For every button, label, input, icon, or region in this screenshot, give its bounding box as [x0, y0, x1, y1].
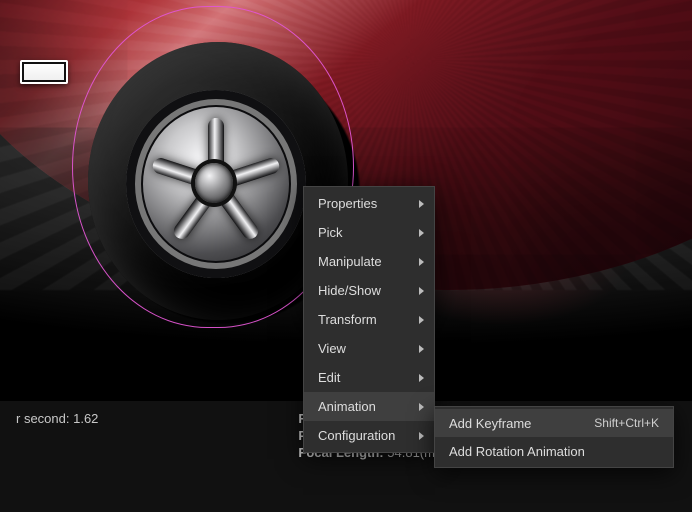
side-marker-light: [20, 60, 68, 84]
chevron-right-icon: [419, 229, 424, 237]
menu-item-label: Configuration: [318, 428, 395, 443]
menu-item-transform[interactable]: Transform: [304, 305, 434, 334]
submenu-item-label: Add Keyframe: [449, 416, 531, 431]
chevron-right-icon: [419, 258, 424, 266]
submenu-item-shortcut: Shift+Ctrl+K: [594, 416, 659, 430]
submenu-item-add-rotation-animation[interactable]: Add Rotation Animation: [435, 437, 673, 465]
fps-readout: r second: 1.62: [16, 411, 98, 426]
context-menu[interactable]: Properties Pick Manipulate Hide/Show Transfo…: [303, 186, 435, 453]
menu-item-label: Edit: [318, 370, 340, 385]
menu-item-edit[interactable]: Edit: [304, 363, 434, 392]
menu-item-label: Properties: [318, 196, 377, 211]
chevron-right-icon: [419, 316, 424, 324]
menu-item-properties[interactable]: Properties: [304, 189, 434, 218]
menu-item-pick[interactable]: Pick: [304, 218, 434, 247]
chevron-right-icon: [419, 200, 424, 208]
submenu-item-label: Add Rotation Animation: [449, 444, 585, 459]
menu-item-label: View: [318, 341, 346, 356]
menu-item-label: Hide/Show: [318, 283, 381, 298]
menu-item-label: Manipulate: [318, 254, 382, 269]
chevron-right-icon: [419, 432, 424, 440]
chevron-right-icon: [419, 287, 424, 295]
status-left: r second: 1.62: [16, 411, 98, 512]
menu-item-manipulate[interactable]: Manipulate: [304, 247, 434, 276]
menu-item-hide-show[interactable]: Hide/Show: [304, 276, 434, 305]
submenu-item-add-keyframe[interactable]: Add Keyframe Shift+Ctrl+K: [435, 409, 673, 437]
chevron-right-icon: [419, 403, 424, 411]
menu-item-label: Pick: [318, 225, 343, 240]
fps-label: r second:: [16, 411, 69, 426]
menu-item-label: Animation: [318, 399, 376, 414]
chevron-right-icon: [419, 374, 424, 382]
chevron-right-icon: [419, 345, 424, 353]
menu-item-view[interactable]: View: [304, 334, 434, 363]
menu-item-animation[interactable]: Animation: [304, 392, 434, 421]
wheel-hub: [195, 163, 233, 203]
menu-item-label: Transform: [318, 312, 377, 327]
fps-value: 1.62: [73, 411, 98, 426]
menu-item-configuration[interactable]: Configuration: [304, 421, 434, 450]
submenu-animation[interactable]: Add Keyframe Shift+Ctrl+K Add Rotation Ani…: [434, 406, 674, 468]
